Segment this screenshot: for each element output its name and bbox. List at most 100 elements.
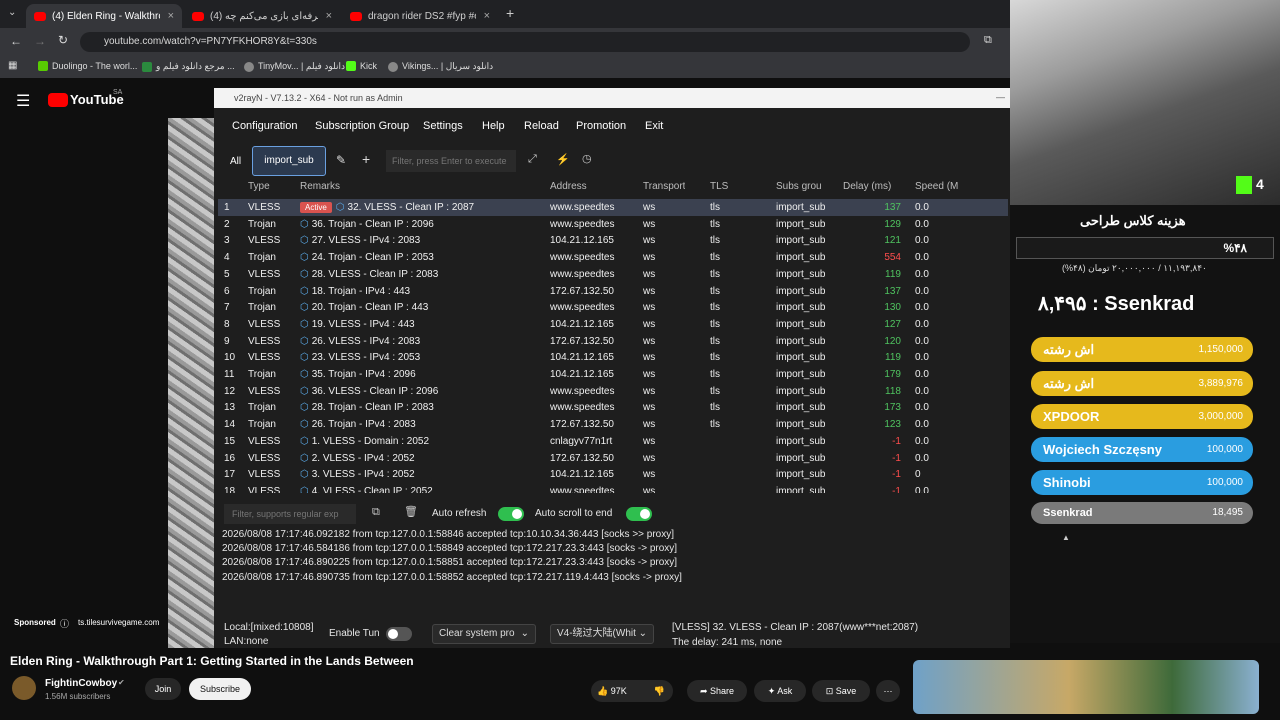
menu-reload[interactable]: Reload: [524, 120, 559, 132]
server-row[interactable]: 10 VLESS ⬡ 23. VLESS - IPv4 : 2053 104.21.12…: [218, 349, 1008, 366]
col-delay[interactable]: Delay (ms): [843, 181, 891, 192]
close-tab-icon[interactable]: ×: [484, 10, 490, 22]
server-row[interactable]: 11 Trojan ⬡ 35. Trojan - IPv4 : 2096 104.21.…: [218, 366, 1008, 383]
cell-speed: 0.0: [915, 268, 929, 280]
recommended-thumbnail[interactable]: [913, 660, 1259, 714]
server-row[interactable]: 2 Trojan ⬡ 36. Trojan - Clean IP : 2096 www.…: [218, 216, 1008, 233]
more-actions-button[interactable]: ⋯: [876, 680, 900, 702]
extensions-icon[interactable]: ⧉: [984, 34, 992, 47]
sponsored-url[interactable]: ts.tilesurvivegame.com: [78, 618, 159, 627]
tab-dragon-rider[interactable]: dragon rider DS2 #fyp #explore ×: [342, 4, 498, 28]
add-plus-icon[interactable]: +: [362, 151, 370, 167]
cell-type: VLESS: [248, 385, 281, 397]
server-row[interactable]: 6 Trojan ⬡ 18. Trojan - IPv4 : 443 172.67.13…: [218, 283, 1008, 300]
tab-import-sub[interactable]: import_sub: [252, 146, 326, 176]
menu-promotion[interactable]: Promotion: [576, 120, 626, 132]
channel-name[interactable]: FightinCowboy: [45, 678, 117, 689]
col-subs-group[interactable]: Subs grou: [776, 181, 822, 192]
bookmark-vikings[interactable]: Vikings... | دانلود سریال: [388, 61, 493, 72]
cell-speed: 0.0: [915, 318, 929, 330]
auto-scroll-toggle[interactable]: [626, 507, 652, 521]
close-tab-icon[interactable]: ×: [326, 10, 332, 22]
edit-pencil-icon[interactable]: ✎: [336, 153, 346, 167]
back-arrow-icon[interactable]: ←: [10, 34, 22, 48]
cell-n: 7: [224, 302, 230, 314]
trash-icon[interactable]: 🗑: [404, 505, 418, 518]
server-row[interactable]: 1 VLESS Active ⬡ 32. VLESS - Clean IP : 2087…: [218, 199, 1008, 216]
server-row[interactable]: 3 VLESS ⬡ 27. VLESS - IPv4 : 2083 104.21.12.…: [218, 232, 1008, 249]
cell-delay: -1: [892, 469, 901, 481]
bookmark-film[interactable]: مرجع دانلود فیلم و ...: [142, 61, 235, 72]
url-bar[interactable]: youtube.com/watch?v=PN7YFKHOR8Y&t=330s: [80, 32, 970, 52]
node-icon: ⬡: [300, 485, 309, 493]
cell-tls: tls: [710, 385, 720, 397]
bookmark-duolingo[interactable]: Duolingo - The worl...: [38, 61, 137, 71]
bookmark-kick[interactable]: Kick: [346, 61, 377, 71]
server-row[interactable]: 9 VLESS ⬡ 26. VLESS - IPv4 : 2083 172.67.132…: [218, 333, 1008, 350]
col-type[interactable]: Type: [248, 181, 270, 192]
tab-list-chevron-icon[interactable]: ⌄: [8, 7, 16, 18]
server-row[interactable]: 14 Trojan ⬡ 26. Trojan - IPv4 : 2083 172.67.…: [218, 416, 1008, 433]
server-row[interactable]: 13 Trojan ⬡ 28. Trojan - Clean IP : 2083 www…: [218, 399, 1008, 416]
save-button[interactable]: ⊡ Save: [812, 680, 870, 702]
server-row[interactable]: 17 VLESS ⬡ 3. VLESS - IPv4 : 2052 104.21.12.…: [218, 466, 1008, 483]
server-row[interactable]: 5 VLESS ⬡ 28. VLESS - Clean IP : 2083 www.sp…: [218, 266, 1008, 283]
col-remarks[interactable]: Remarks: [300, 181, 340, 192]
speedtest-bolt-icon[interactable]: ⚡: [556, 153, 570, 166]
youtube-logo-icon[interactable]: [48, 93, 68, 107]
apps-grid-icon[interactable]: ▦: [8, 60, 17, 71]
tab-all[interactable]: All: [230, 156, 241, 167]
info-icon[interactable]: ⓘ: [60, 617, 69, 630]
minimize-icon[interactable]: —: [996, 92, 1005, 102]
share-button[interactable]: ➦ Share: [687, 680, 747, 702]
routing-select[interactable]: V4-绕过大陆(Whit ⌄: [550, 624, 654, 644]
copy-icon[interactable]: ⧉: [372, 506, 380, 519]
forward-arrow-icon[interactable]: →: [34, 34, 46, 48]
bookmark-tinymovie[interactable]: TinyMov... | دانلود فیلم: [244, 61, 345, 72]
ask-button[interactable]: ✦ Ask: [754, 680, 806, 702]
timer-icon[interactable]: ◷: [582, 152, 592, 165]
col-transport[interactable]: Transport: [643, 181, 685, 192]
bookmark-icon: ⊡: [825, 686, 834, 696]
server-row[interactable]: 8 VLESS ⬡ 19. VLESS - IPv4 : 443 104.21.12.1…: [218, 316, 1008, 333]
col-tls[interactable]: TLS: [710, 181, 728, 192]
cell-speed: 0.0: [915, 218, 929, 230]
system-proxy-select[interactable]: Clear system pro ⌄: [432, 624, 536, 644]
scroll-up-icon[interactable]: ▲: [1062, 533, 1070, 542]
cell-tls: tls: [710, 285, 720, 297]
menu-subscription-group[interactable]: Subscription Group: [315, 120, 409, 132]
reload-icon[interactable]: ↻: [58, 33, 68, 47]
join-button[interactable]: Join: [145, 678, 181, 700]
enable-tun-toggle[interactable]: [386, 627, 412, 641]
channel-avatar[interactable]: [12, 676, 36, 700]
menu-hamburger-icon[interactable]: ☰: [16, 91, 30, 111]
subscribe-button[interactable]: Subscribe: [189, 678, 251, 700]
server-row[interactable]: 7 Trojan ⬡ 20. Trojan - Clean IP : 443 www.s…: [218, 299, 1008, 316]
close-tab-icon[interactable]: ×: [168, 10, 174, 22]
auto-refresh-label: Auto refresh: [432, 508, 487, 519]
server-filter-input[interactable]: [386, 150, 516, 172]
server-row[interactable]: 18 VLESS ⬡ 4. VLESS - Clean IP : 2052 www.sp…: [218, 483, 1008, 493]
cell-sub: import_sub: [776, 202, 826, 213]
tab-elden-ring[interactable]: (4) Elden Ring - Walkthrough P ×: [26, 4, 182, 28]
col-speed[interactable]: Speed (M: [915, 181, 958, 192]
menu-configuration[interactable]: Configuration: [232, 120, 297, 132]
tab-persian-video[interactable]: (4) وقتی حرفه‌ای بازی می‌کنم چه... ×: [184, 4, 340, 28]
cell-speed: 0.0: [915, 402, 929, 414]
col-address[interactable]: Address: [550, 181, 587, 192]
new-tab-button[interactable]: +: [506, 5, 514, 21]
expand-icon[interactable]: ⤢: [528, 153, 537, 166]
like-button[interactable]: 👍 97K 👎: [591, 680, 673, 702]
menu-help[interactable]: Help: [482, 120, 505, 132]
server-row[interactable]: 4 Trojan ⬡ 24. Trojan - Clean IP : 2053 www.…: [218, 249, 1008, 266]
server-row[interactable]: 12 VLESS ⬡ 36. VLESS - Clean IP : 2096 www.s…: [218, 383, 1008, 400]
kick-icon: [1236, 176, 1252, 194]
server-row[interactable]: 16 VLESS ⬡ 2. VLESS - IPv4 : 2052 172.67.132…: [218, 450, 1008, 467]
donor-amount: 3,000,000: [1198, 411, 1244, 422]
cell-transport: ws: [643, 435, 656, 447]
log-filter-input[interactable]: [224, 504, 356, 524]
server-row[interactable]: 15 VLESS ⬡ 1. VLESS - Domain : 2052 cnlagyv7…: [218, 433, 1008, 450]
auto-refresh-toggle[interactable]: [498, 507, 524, 521]
menu-exit[interactable]: Exit: [645, 120, 663, 132]
menu-settings[interactable]: Settings: [423, 120, 463, 132]
